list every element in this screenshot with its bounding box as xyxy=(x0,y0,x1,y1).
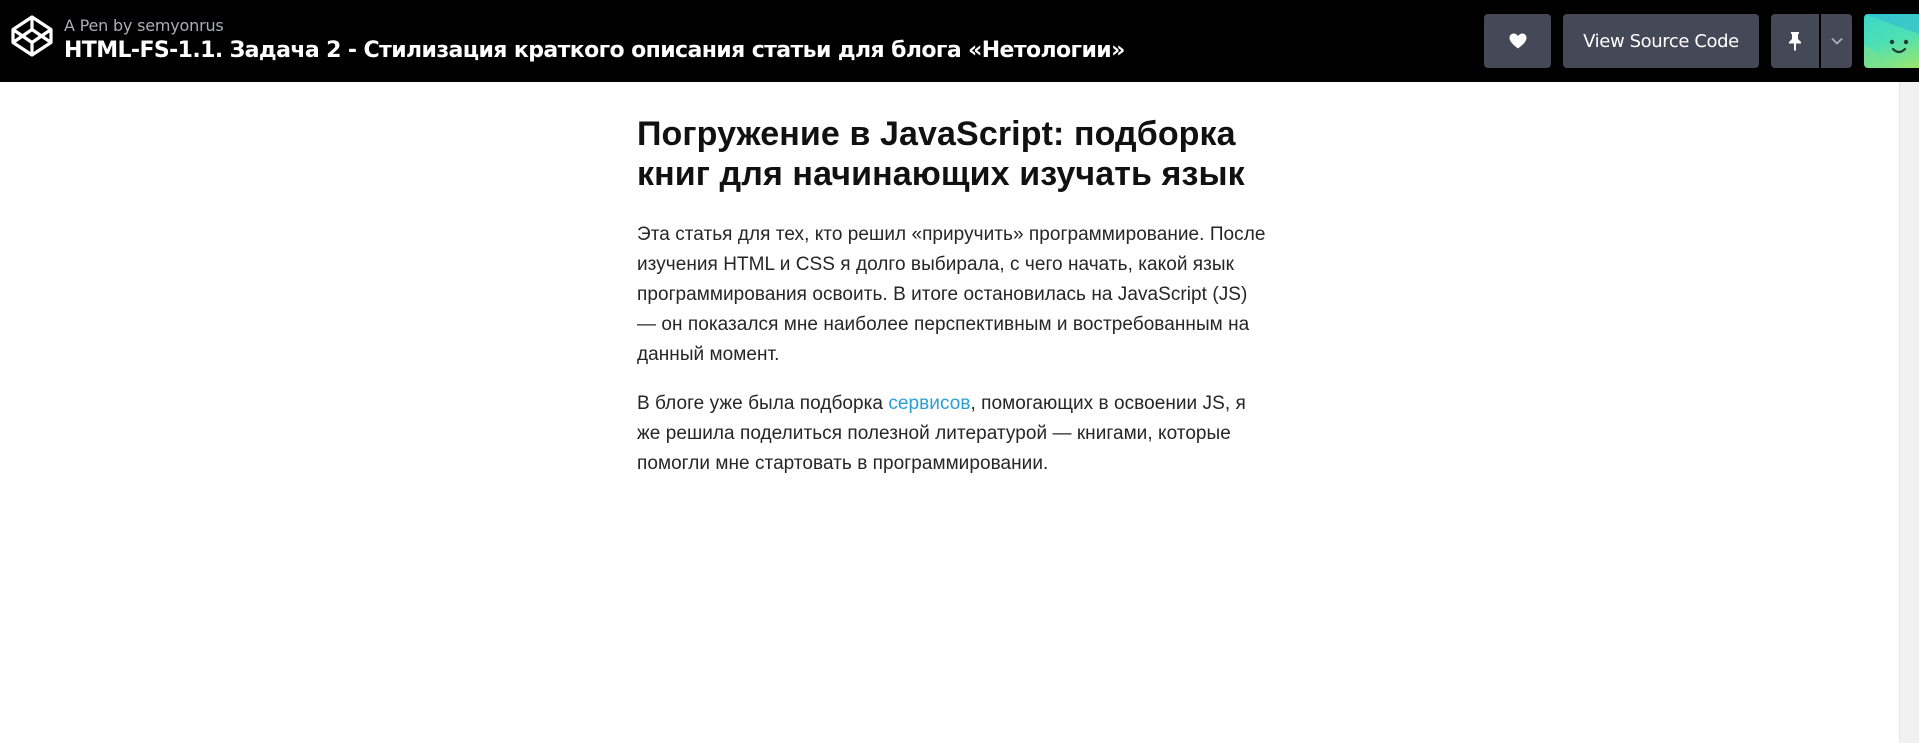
services-link[interactable]: сервисов xyxy=(888,393,970,414)
vertical-scrollbar[interactable] xyxy=(1899,82,1919,743)
pin-options-dropdown[interactable] xyxy=(1821,14,1852,68)
author-link[interactable]: semyonrus xyxy=(137,16,224,35)
paragraph-2-start: В блоге уже была подборка xyxy=(637,393,889,414)
scrollbar-thumb[interactable] xyxy=(1904,86,1915,736)
article-heading: Погружение в JavaScript: подборка книг д… xyxy=(637,115,1245,193)
pin-icon xyxy=(1789,32,1801,51)
pen-title: HTML-FS-1.1. Задача 2 - Стилизация кратк… xyxy=(64,38,1125,63)
view-source-button[interactable]: View Source Code xyxy=(1563,14,1759,68)
chevron-down-icon xyxy=(1830,37,1843,45)
heart-icon xyxy=(1509,33,1526,49)
user-avatar[interactable] xyxy=(1864,14,1919,68)
codepen-logo-icon[interactable] xyxy=(10,14,54,58)
codepen-header: A Pen by semyonrus HTML-FS-1.1. Задача 2… xyxy=(0,0,1919,82)
article-preview: Погружение в JavaScript: подборка книг д… xyxy=(637,114,1267,479)
avatar-face-icon xyxy=(1864,14,1919,68)
pin-button[interactable] xyxy=(1771,14,1819,68)
love-button[interactable] xyxy=(1484,14,1551,68)
article-paragraph-1: Эта статья для тех, кто решил «приручить… xyxy=(637,224,1266,365)
byline-prefix: A Pen by xyxy=(64,16,133,35)
pen-byline: A Pen by semyonrus xyxy=(64,16,224,35)
article-paragraph-2: В блоге уже была подборка сервисов, помо… xyxy=(637,389,1267,479)
